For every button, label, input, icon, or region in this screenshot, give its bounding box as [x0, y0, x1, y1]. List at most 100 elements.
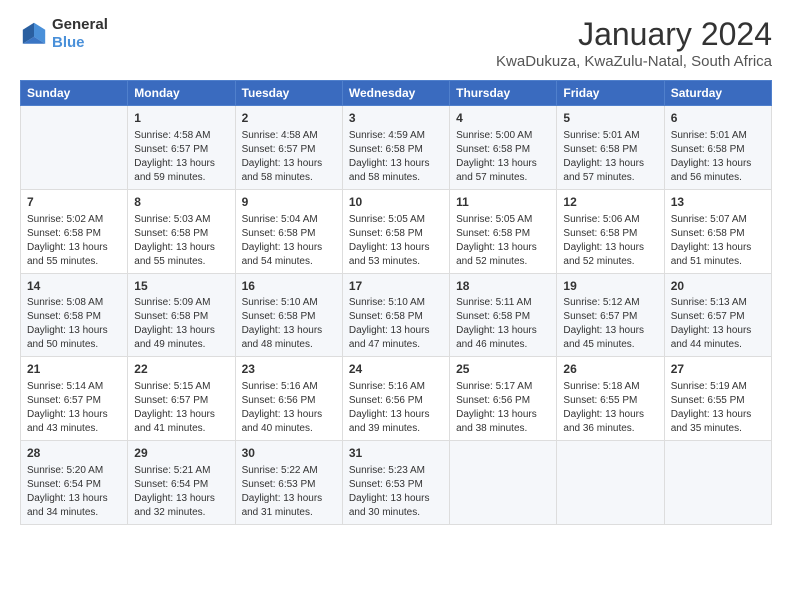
week-row-3: 21 Sunrise: 5:14 AM Sunset: 6:57 PM Dayli…	[21, 357, 772, 441]
day-info: Sunrise: 5:16 AM Sunset: 6:56 PM Dayligh…	[242, 380, 336, 436]
day-info: Sunrise: 5:04 AM Sunset: 6:58 PM Dayligh…	[242, 213, 336, 269]
day-number: 5	[563, 110, 657, 127]
header-friday: Friday	[557, 81, 664, 106]
header-tuesday: Tuesday	[235, 81, 342, 106]
day-number: 17	[349, 278, 443, 295]
day-number: 2	[242, 110, 336, 127]
day-info: Sunrise: 5:08 AM Sunset: 6:58 PM Dayligh…	[27, 296, 121, 352]
day-info: Sunrise: 5:16 AM Sunset: 6:56 PM Dayligh…	[349, 380, 443, 436]
day-number: 26	[563, 361, 657, 378]
main-title: January 2024	[496, 16, 772, 53]
day-info: Sunrise: 5:01 AM Sunset: 6:58 PM Dayligh…	[671, 129, 765, 185]
subtitle: KwaDukuza, KwaZulu-Natal, South Africa	[496, 53, 772, 70]
calendar-cell: 2 Sunrise: 4:58 AM Sunset: 6:57 PM Daylig…	[235, 106, 342, 190]
day-info: Sunrise: 5:10 AM Sunset: 6:58 PM Dayligh…	[349, 296, 443, 352]
day-number: 31	[349, 445, 443, 462]
header-thursday: Thursday	[450, 81, 557, 106]
day-number: 20	[671, 278, 765, 295]
header: General Blue January 2024 KwaDukuza, Kwa…	[20, 16, 772, 70]
day-info: Sunrise: 5:00 AM Sunset: 6:58 PM Dayligh…	[456, 129, 550, 185]
week-row-2: 14Sunrise: 5:08 AM Sunset: 6:58 PM Dayli…	[21, 273, 772, 357]
day-number: 25	[456, 361, 550, 378]
calendar-cell: 5 Sunrise: 5:01 AM Sunset: 6:58 PM Daylig…	[557, 106, 664, 190]
calendar-cell: 3Sunrise: 4:59 AM Sunset: 6:58 PM Daylig…	[342, 106, 449, 190]
calendar-cell: 11 Sunrise: 5:05 AM Sunset: 6:58 PM Dayli…	[450, 189, 557, 273]
calendar-cell	[21, 106, 128, 190]
day-info: Sunrise: 5:02 AM Sunset: 6:58 PM Dayligh…	[27, 213, 121, 269]
day-info: Sunrise: 5:05 AM Sunset: 6:58 PM Dayligh…	[456, 213, 550, 269]
day-info: Sunrise: 5:22 AM Sunset: 6:53 PM Dayligh…	[242, 464, 336, 520]
calendar-cell	[664, 441, 771, 525]
calendar-cell: 1 Sunrise: 4:58 AM Sunset: 6:57 PM Daylig…	[128, 106, 235, 190]
calendar-cell: 28Sunrise: 5:20 AM Sunset: 6:54 PM Dayli…	[21, 441, 128, 525]
week-row-1: 7 Sunrise: 5:02 AM Sunset: 6:58 PM Daylig…	[21, 189, 772, 273]
calendar-cell: 17Sunrise: 5:10 AM Sunset: 6:58 PM Dayli…	[342, 273, 449, 357]
calendar-cell: 19Sunrise: 5:12 AM Sunset: 6:57 PM Dayli…	[557, 273, 664, 357]
day-number: 14	[27, 278, 121, 295]
title-block: January 2024 KwaDukuza, KwaZulu-Natal, S…	[496, 16, 772, 70]
calendar-cell: 24 Sunrise: 5:16 AM Sunset: 6:56 PM Dayli…	[342, 357, 449, 441]
day-number: 13	[671, 194, 765, 211]
calendar-cell: 7 Sunrise: 5:02 AM Sunset: 6:58 PM Daylig…	[21, 189, 128, 273]
day-info: Sunrise: 5:14 AM Sunset: 6:57 PM Dayligh…	[27, 380, 121, 436]
day-number: 21	[27, 361, 121, 378]
calendar-cell: 9 Sunrise: 5:04 AM Sunset: 6:58 PM Daylig…	[235, 189, 342, 273]
calendar-cell: 22Sunrise: 5:15 AM Sunset: 6:57 PM Dayli…	[128, 357, 235, 441]
calendar-cell: 30 Sunrise: 5:22 AM Sunset: 6:53 PM Dayli…	[235, 441, 342, 525]
day-number: 28	[27, 445, 121, 462]
calendar-cell: 12Sunrise: 5:06 AM Sunset: 6:58 PM Dayli…	[557, 189, 664, 273]
day-number: 16	[242, 278, 336, 295]
day-number: 24	[349, 361, 443, 378]
day-info: Sunrise: 5:12 AM Sunset: 6:57 PM Dayligh…	[563, 296, 657, 352]
day-info: Sunrise: 5:09 AM Sunset: 6:58 PM Dayligh…	[134, 296, 228, 352]
day-number: 29	[134, 445, 228, 462]
day-info: Sunrise: 5:01 AM Sunset: 6:58 PM Dayligh…	[563, 129, 657, 185]
day-info: Sunrise: 5:13 AM Sunset: 6:57 PM Dayligh…	[671, 296, 765, 352]
day-number: 12	[563, 194, 657, 211]
calendar-cell: 10 Sunrise: 5:05 AM Sunset: 6:58 PM Dayli…	[342, 189, 449, 273]
day-number: 22	[134, 361, 228, 378]
day-number: 7	[27, 194, 121, 211]
day-info: Sunrise: 5:21 AM Sunset: 6:54 PM Dayligh…	[134, 464, 228, 520]
calendar-cell: 31Sunrise: 5:23 AM Sunset: 6:53 PM Dayli…	[342, 441, 449, 525]
header-sunday: Sunday	[21, 81, 128, 106]
calendar-cell: 23 Sunrise: 5:16 AM Sunset: 6:56 PM Dayli…	[235, 357, 342, 441]
calendar-cell: 18Sunrise: 5:11 AM Sunset: 6:58 PM Dayli…	[450, 273, 557, 357]
calendar-cell: 8Sunrise: 5:03 AM Sunset: 6:58 PM Daylig…	[128, 189, 235, 273]
calendar-cell: 21 Sunrise: 5:14 AM Sunset: 6:57 PM Dayli…	[21, 357, 128, 441]
day-number: 10	[349, 194, 443, 211]
day-number: 19	[563, 278, 657, 295]
logo-icon	[20, 20, 48, 48]
calendar-body: 1 Sunrise: 4:58 AM Sunset: 6:57 PM Daylig…	[21, 106, 772, 525]
day-number: 6	[671, 110, 765, 127]
calendar-header: SundayMondayTuesdayWednesdayThursdayFrid…	[21, 81, 772, 106]
day-number: 27	[671, 361, 765, 378]
day-info: Sunrise: 4:58 AM Sunset: 6:57 PM Dayligh…	[242, 129, 336, 185]
calendar-cell: 25Sunrise: 5:17 AM Sunset: 6:56 PM Dayli…	[450, 357, 557, 441]
day-info: Sunrise: 5:18 AM Sunset: 6:55 PM Dayligh…	[563, 380, 657, 436]
day-number: 11	[456, 194, 550, 211]
day-info: Sunrise: 5:11 AM Sunset: 6:58 PM Dayligh…	[456, 296, 550, 352]
calendar-cell	[450, 441, 557, 525]
header-monday: Monday	[128, 81, 235, 106]
day-info: Sunrise: 5:10 AM Sunset: 6:58 PM Dayligh…	[242, 296, 336, 352]
day-number: 1	[134, 110, 228, 127]
logo-text: General Blue	[52, 16, 108, 52]
day-info: Sunrise: 5:03 AM Sunset: 6:58 PM Dayligh…	[134, 213, 228, 269]
logo: General Blue	[20, 16, 108, 52]
calendar-cell: 16Sunrise: 5:10 AM Sunset: 6:58 PM Dayli…	[235, 273, 342, 357]
day-number: 15	[134, 278, 228, 295]
day-info: Sunrise: 5:05 AM Sunset: 6:58 PM Dayligh…	[349, 213, 443, 269]
day-number: 23	[242, 361, 336, 378]
calendar-cell: 26 Sunrise: 5:18 AM Sunset: 6:55 PM Dayli…	[557, 357, 664, 441]
header-wednesday: Wednesday	[342, 81, 449, 106]
day-info: Sunrise: 4:58 AM Sunset: 6:57 PM Dayligh…	[134, 129, 228, 185]
page: General Blue January 2024 KwaDukuza, Kwa…	[0, 0, 792, 535]
day-number: 30	[242, 445, 336, 462]
week-row-0: 1 Sunrise: 4:58 AM Sunset: 6:57 PM Daylig…	[21, 106, 772, 190]
week-row-4: 28Sunrise: 5:20 AM Sunset: 6:54 PM Dayli…	[21, 441, 772, 525]
day-number: 18	[456, 278, 550, 295]
header-saturday: Saturday	[664, 81, 771, 106]
day-number: 4	[456, 110, 550, 127]
day-number: 9	[242, 194, 336, 211]
